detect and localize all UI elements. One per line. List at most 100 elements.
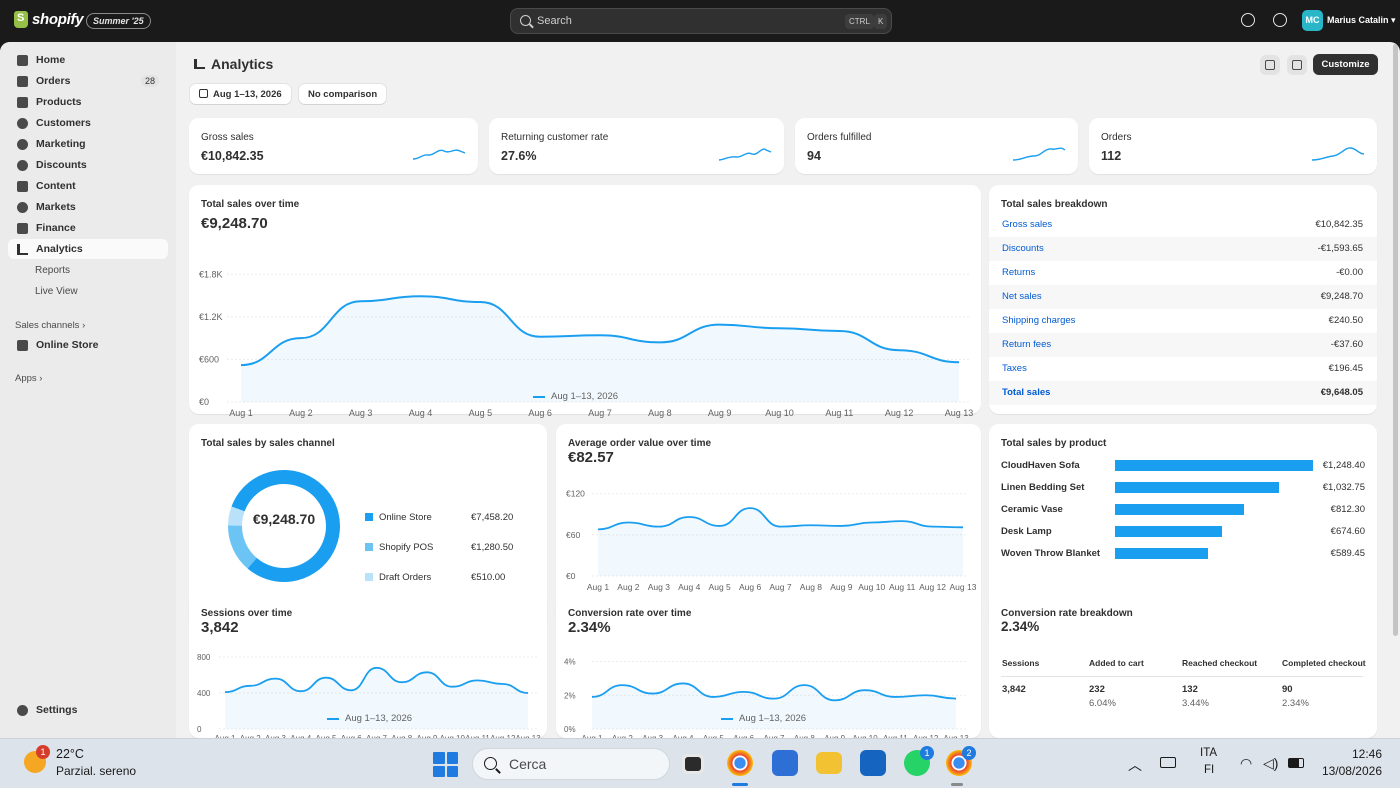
product-bar [1115, 526, 1222, 537]
file-explorer-icon[interactable] [816, 752, 842, 774]
funnel-column-value: 3,842 [1002, 684, 1026, 695]
donut-legend-item[interactable]: Draft Orders €510.00 [365, 572, 505, 583]
product-row[interactable]: Linen Bedding Set €1,032.75 [1001, 480, 1365, 496]
apps-heading[interactable]: Apps › [15, 373, 42, 384]
language-indicator[interactable]: ITA [1200, 747, 1217, 759]
shopify-logo[interactable]: shopify [14, 11, 84, 28]
sidebar-item-online-store[interactable]: Online Store [8, 335, 168, 355]
sidebar-item-products[interactable]: Products [8, 92, 168, 112]
y-tick-label: €1.8K [199, 269, 223, 279]
sidebar-item-marketing[interactable]: Marketing [8, 134, 168, 154]
chrome-icon[interactable] [727, 750, 753, 776]
product-row[interactable]: CloudHaven Sofa €1,248.40 [1001, 458, 1365, 474]
sidebar-item-label: Products [36, 96, 82, 108]
x-tick-label: Aug 11 [825, 408, 853, 418]
kpi-card-gross-sales[interactable]: Gross sales €10,842.35 [189, 118, 478, 174]
user-menu[interactable]: Marius Catalin ▾ [1327, 15, 1396, 26]
card-value: €9,248.70 [201, 215, 268, 232]
donut-legend-item[interactable]: Shopify POS €1,280.50 [365, 542, 513, 553]
total-sales-line-chart[interactable]: €1.8K €1.2K €600 €0 Aug 1 Aug 2 Aug 3 Aug 4 Aug … [189, 243, 981, 443]
breakdown-row[interactable]: Gross sales €10,842.35 [989, 213, 1377, 237]
wifi-icon[interactable]: ◠ [1240, 755, 1252, 772]
sidebar-item-discounts[interactable]: Discounts [8, 155, 168, 175]
y-tick-label: 2% [564, 691, 576, 700]
taskbar-search[interactable]: Cerca [472, 748, 670, 780]
sidebar-item-orders[interactable]: Orders 28 [8, 71, 168, 91]
aov-line-chart[interactable]: €120 €60 €0 Aug 1 Aug 2 Aug 3 Aug 4 Aug 5 Aug 6 A… [556, 476, 981, 596]
battery-icon[interactable] [1288, 758, 1304, 768]
legend-label: Shopify POS [379, 542, 434, 553]
sparkline-path [718, 148, 772, 161]
sidebar-item-home[interactable]: Home [8, 50, 168, 70]
donut-legend-item[interactable]: Online Store €7,458.20 [365, 512, 513, 523]
clock-date[interactable]: 13/08/2026 [1322, 764, 1382, 778]
kpi-card-returning-customer-rate[interactable]: Returning customer rate 27.6% [489, 118, 784, 174]
date-range-label: Aug 1–13, 2026 [213, 89, 282, 100]
avatar[interactable]: MC [1302, 10, 1323, 31]
breakdown-label: Taxes [1002, 363, 1027, 374]
main-scrollbar[interactable] [1393, 44, 1398, 636]
product-row[interactable]: Ceramic Vase €812.30 [1001, 502, 1365, 518]
task-view-icon[interactable] [682, 754, 704, 774]
start-button[interactable] [433, 752, 458, 777]
kpi-card-orders[interactable]: Orders 112 [1089, 118, 1377, 174]
sidebar-item-customers[interactable]: Customers [8, 113, 168, 133]
help-icon[interactable] [1273, 13, 1287, 27]
search-input[interactable]: Search CTRL K [510, 8, 892, 34]
notification-bell-icon[interactable] [1241, 13, 1255, 27]
sidebar-item-content[interactable]: Content [8, 176, 168, 196]
discount-icon [17, 159, 28, 171]
card-title: Total sales breakdown [1001, 199, 1108, 210]
product-row[interactable]: Desk Lamp €674.60 [1001, 524, 1365, 540]
sidebar-item-finance[interactable]: Finance [8, 218, 168, 238]
volume-icon[interactable]: ◁) [1263, 755, 1278, 772]
breakdown-row[interactable]: Net sales €9,248.70 [989, 285, 1377, 309]
breakdown-row[interactable]: Returns -€0.00 [989, 261, 1377, 285]
breakdown-row[interactable]: Return fees -€37.60 [989, 333, 1377, 357]
chrome-badge: 2 [962, 746, 976, 760]
sparkline [1311, 147, 1365, 161]
chart-legend[interactable]: Aug 1–13, 2026 [327, 713, 412, 724]
x-tick-label: Aug 7 [769, 582, 791, 592]
kpi-card-orders-fulfilled[interactable]: Orders fulfilled 94 [795, 118, 1078, 174]
legend-label: Online Store [379, 512, 432, 523]
sidebar-item-settings[interactable]: Settings [8, 700, 168, 720]
sidebar-item-analytics[interactable]: Analytics [8, 239, 168, 259]
keyboard-icon[interactable] [1160, 757, 1176, 768]
comparison-button[interactable]: No comparison [299, 84, 387, 104]
page-header: Analytics [194, 56, 273, 72]
tag-icon [17, 96, 28, 108]
comment-button[interactable] [1260, 55, 1280, 75]
chart-legend[interactable]: Aug 1–13, 2026 [721, 713, 806, 724]
chart-legend[interactable]: Aug 1–13, 2026 [533, 391, 618, 402]
microsoft-store-icon[interactable] [772, 750, 798, 776]
legend-swatch [365, 513, 373, 521]
clock-time[interactable]: 12:46 [1352, 747, 1382, 761]
chevron-up-icon[interactable]: ︿ [1128, 755, 1142, 775]
edition-badge[interactable]: Summer '25 [86, 13, 151, 29]
date-range-button[interactable]: Aug 1–13, 2026 [190, 84, 291, 104]
sales-channels-heading[interactable]: Sales channels › [15, 320, 85, 331]
weather-badge: 1 [36, 745, 50, 759]
outlook-icon[interactable] [860, 750, 886, 776]
breakdown-row[interactable]: Total sales €9,648.05 [989, 381, 1377, 405]
sidebar-item-live-view[interactable]: Live View [35, 286, 78, 297]
breakdown-label: Discounts [1002, 243, 1044, 254]
fullscreen-button[interactable] [1287, 55, 1307, 75]
sidebar-item-reports[interactable]: Reports [35, 265, 70, 276]
legend-swatch [365, 543, 373, 551]
y-tick-label: €600 [199, 354, 219, 364]
search-placeholder: Search [537, 15, 572, 27]
breakdown-row[interactable]: Discounts -€1,593.65 [989, 237, 1377, 261]
language-layout[interactable]: FI [1204, 764, 1214, 776]
product-row[interactable]: Woven Throw Blanket €589.45 [1001, 546, 1365, 562]
chevron-right-icon: › [39, 373, 43, 384]
kpi-label: Orders fulfilled [807, 132, 872, 143]
breakdown-row[interactable]: Shipping charges €240.50 [989, 309, 1377, 333]
customize-button[interactable]: Customize [1313, 54, 1378, 75]
top-bar: shopify Summer '25 Search CTRL K MC Mari… [0, 0, 1400, 42]
weather-temperature[interactable]: 22°C [56, 747, 84, 761]
weather-description[interactable]: Parzial. sereno [56, 764, 136, 778]
sidebar-item-markets[interactable]: Markets [8, 197, 168, 217]
breakdown-row[interactable]: Taxes €196.45 [989, 357, 1377, 381]
